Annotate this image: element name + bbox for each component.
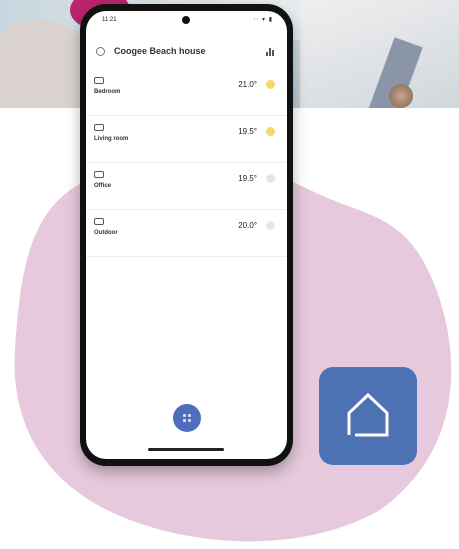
home-tile [319, 367, 417, 465]
room-temperature: 19.5° [238, 127, 257, 136]
app-screen: 11:21 ⋅⋅ ▾ ▮ Coogee Beach house Bedroom … [86, 11, 287, 459]
grid-dots-icon [183, 414, 186, 417]
room-item-office[interactable]: Office 19.5° [86, 163, 287, 210]
gesture-home-bar[interactable] [148, 448, 224, 451]
grid-dots-button[interactable] [173, 404, 201, 432]
sofa-icon [94, 124, 104, 131]
room-name: Office [94, 183, 112, 189]
phone-mockup: 11:21 ⋅⋅ ▾ ▮ Coogee Beach house Bedroom … [80, 4, 293, 466]
sun-icon [266, 80, 275, 89]
camera-hole [182, 16, 190, 24]
room-temperature: 19.5° [238, 174, 257, 183]
room-name: Living room [94, 136, 129, 142]
room-name: Outdoor [94, 230, 118, 236]
room-list: Bedroom 21.0° Living room 19.5° Office 1… [86, 69, 287, 257]
sun-icon [266, 221, 275, 230]
photo-badge [389, 84, 413, 108]
system-icons: ⋅⋅ ▾ ▮ [253, 17, 273, 23]
home-title: Coogee Beach house [114, 46, 206, 56]
room-temperature: 20.0° [238, 221, 257, 230]
status-time: 11:21 [102, 17, 117, 23]
desk-icon [94, 171, 104, 178]
room-name: Bedroom [94, 89, 121, 95]
sun-icon [266, 127, 275, 136]
room-item-bedroom[interactable]: Bedroom 21.0° [86, 69, 287, 116]
status-bar: 11:21 ⋅⋅ ▾ ▮ [86, 11, 287, 31]
sun-icon [266, 174, 275, 183]
room-item-living-room[interactable]: Living room 19.5° [86, 116, 287, 163]
app-header: Coogee Beach house [86, 41, 287, 63]
house-outline-icon [347, 392, 389, 437]
outdoor-icon [94, 218, 104, 225]
gear-icon[interactable] [96, 47, 105, 56]
bar-chart-icon[interactable] [265, 46, 275, 56]
room-item-outdoor[interactable]: Outdoor 20.0° [86, 210, 287, 257]
bed-icon [94, 77, 104, 84]
room-temperature: 21.0° [238, 80, 257, 89]
